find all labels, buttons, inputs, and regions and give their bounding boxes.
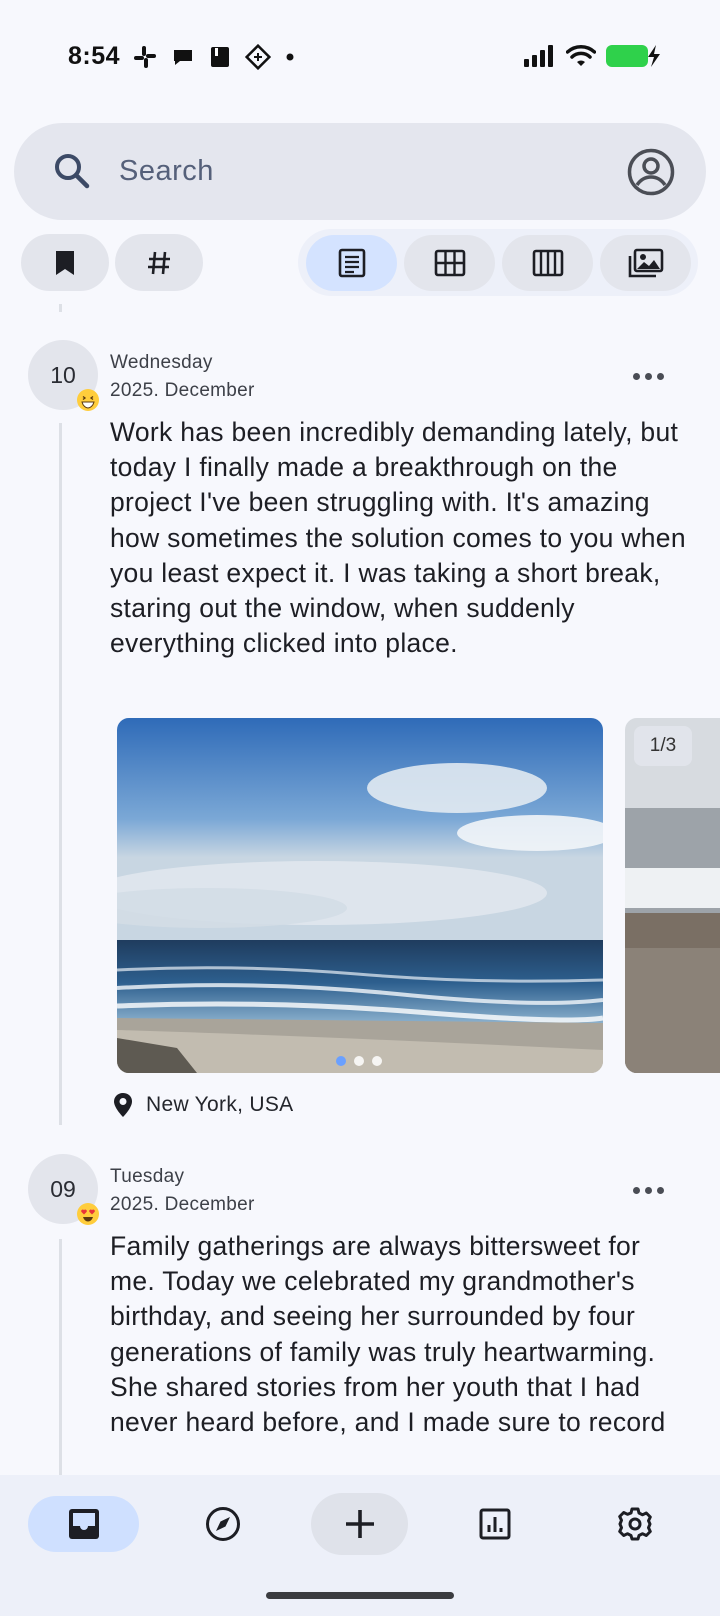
add-entry-button[interactable] [311,1493,408,1555]
heart-eyes-face-icon [77,1203,99,1225]
journal-inbox-icon [68,1509,99,1539]
search-input[interactable]: Search [119,155,214,188]
more-options-button[interactable] [628,366,668,386]
status-system-icons [524,44,662,68]
mountain-photo [625,718,720,1073]
entry-location[interactable]: New York, USA [112,1092,293,1118]
status-app-icons [133,44,295,70]
nav-settings-button[interactable] [602,1496,668,1552]
more-dot [632,372,640,380]
timeline-line [59,304,62,312]
add-icon [345,1510,374,1538]
day-number: 09 [50,1175,76,1202]
explore-compass-icon [206,1507,240,1541]
sync-app-icon [245,44,271,70]
nav-journal-button[interactable] [28,1496,139,1552]
grid-view-icon [434,249,465,277]
gallery-view-button[interactable] [600,235,691,291]
more-options-button[interactable] [628,1180,668,1200]
photo-counter: 1/3 [634,726,692,766]
bookmark-filter-button[interactable] [21,234,109,291]
day-number: 10 [50,361,76,388]
dot-indicator [286,53,294,61]
status-bar: 8:54 [0,0,720,118]
settings-gear-icon [618,1507,652,1541]
location-text: New York, USA [146,1093,294,1116]
entry-text: Family gatherings are always bittersweet… [110,1231,666,1438]
timeline-line [59,1239,62,1479]
more-dot [656,1186,664,1194]
wifi-icon [566,45,596,66]
battery-charging-icon [606,45,660,67]
more-dot [644,1186,652,1194]
beach-photo [117,718,603,1073]
entry-photo[interactable] [117,718,603,1073]
carousel-dot [354,1056,364,1066]
more-dot [644,372,652,380]
location-pin-icon [114,1093,132,1117]
carousel-dot [372,1056,382,1066]
columns-view-button[interactable] [502,235,593,291]
columns-view-icon [532,249,563,277]
entry-weekday: Tuesday [110,1166,185,1187]
grinning-face-icon [77,389,99,411]
nav-stats-button[interactable] [462,1496,528,1552]
entry-weekday: Wednesday [110,352,213,373]
signal-icon [524,45,553,67]
day-badge: 09 [28,1154,99,1225]
account-circle-icon[interactable] [626,147,676,197]
day-badge: 10 [28,340,99,411]
entry-photo-next[interactable] [625,718,720,1073]
view-mode-toggle [298,229,698,296]
bookmark-icon [56,250,74,275]
list-view-icon [338,248,365,278]
more-dot [632,1186,640,1194]
nav-explore-button[interactable] [190,1496,256,1552]
book-icon [211,47,229,67]
grid-view-button[interactable] [404,235,495,291]
home-indicator[interactable] [266,1592,454,1599]
stats-icon [479,1508,511,1540]
entry-text: Work has been incredibly demanding latel… [110,417,686,659]
search-icon [55,154,90,189]
entry-month: 2025. December [110,380,255,401]
list-view-button[interactable] [306,235,397,291]
gallery-view-icon [628,248,663,278]
carousel-dot [336,1056,346,1066]
status-time: 8:54 [68,42,121,70]
carousel-indicator [336,1056,382,1066]
chat-bubble-icon [174,50,192,65]
timeline-line [59,423,62,1125]
more-dot [656,372,664,380]
search-bar[interactable]: Search [14,123,706,220]
hashtag-filter-button[interactable] [115,234,203,291]
hashtag-icon [148,251,170,274]
entry-month: 2025. December [110,1194,255,1215]
slack-icon [134,46,156,68]
